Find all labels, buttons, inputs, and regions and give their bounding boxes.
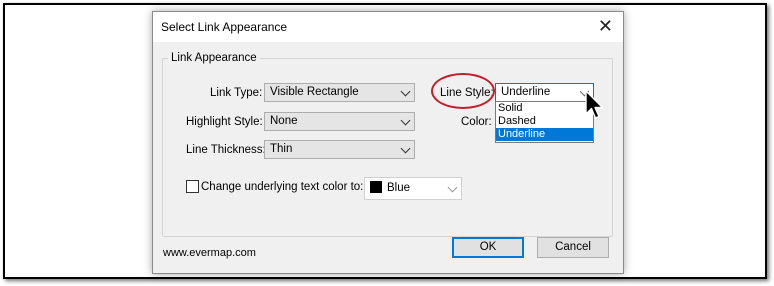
- website-link[interactable]: www.evermap.com: [163, 247, 256, 259]
- chevron-down-icon: [400, 86, 411, 97]
- ok-button[interactable]: OK: [452, 237, 524, 258]
- highlight-style-label: Highlight Style:: [186, 116, 263, 128]
- change-text-color-label: Change underlying text color to:: [201, 181, 364, 193]
- link-type-select[interactable]: Visible Rectangle: [264, 83, 415, 102]
- line-thickness-select[interactable]: Thin: [264, 140, 415, 159]
- chevron-down-icon: [447, 182, 458, 193]
- cancel-button[interactable]: Cancel: [537, 237, 609, 258]
- link-type-value: Visible Rectangle: [270, 86, 359, 98]
- title-bar: Select Link Appearance ✕: [153, 12, 623, 42]
- line-style-select[interactable]: Underline: [495, 83, 594, 102]
- group-label: Link Appearance: [168, 52, 260, 64]
- chevron-down-icon: [400, 143, 411, 154]
- change-text-color-checkbox[interactable]: [186, 180, 199, 193]
- line-style-option-solid[interactable]: Solid: [496, 102, 593, 115]
- highlight-style-select[interactable]: None: [264, 112, 415, 131]
- line-style-value: Underline: [501, 86, 551, 98]
- line-style-dropdown-list: Solid Dashed Underline: [495, 101, 594, 143]
- mouse-cursor-icon: [585, 90, 604, 119]
- line-thickness-value: Thin: [270, 143, 293, 155]
- line-thickness-label: Line Thickness:: [186, 144, 266, 156]
- annotation-circle: [431, 73, 495, 109]
- highlight-style-value: None: [270, 115, 298, 127]
- text-color-value: Blue: [387, 182, 411, 194]
- line-style-option-underline[interactable]: Underline: [496, 128, 593, 141]
- line-style-option-dashed[interactable]: Dashed: [496, 115, 593, 128]
- dialog-title: Select Link Appearance: [161, 20, 288, 34]
- text-color-select[interactable]: Blue: [364, 177, 462, 200]
- close-icon[interactable]: ✕: [598, 16, 613, 36]
- chevron-down-icon: [400, 115, 411, 126]
- link-type-label: Link Type:: [210, 87, 263, 99]
- color-swatch: [370, 181, 382, 193]
- color-label: Color:: [461, 116, 492, 128]
